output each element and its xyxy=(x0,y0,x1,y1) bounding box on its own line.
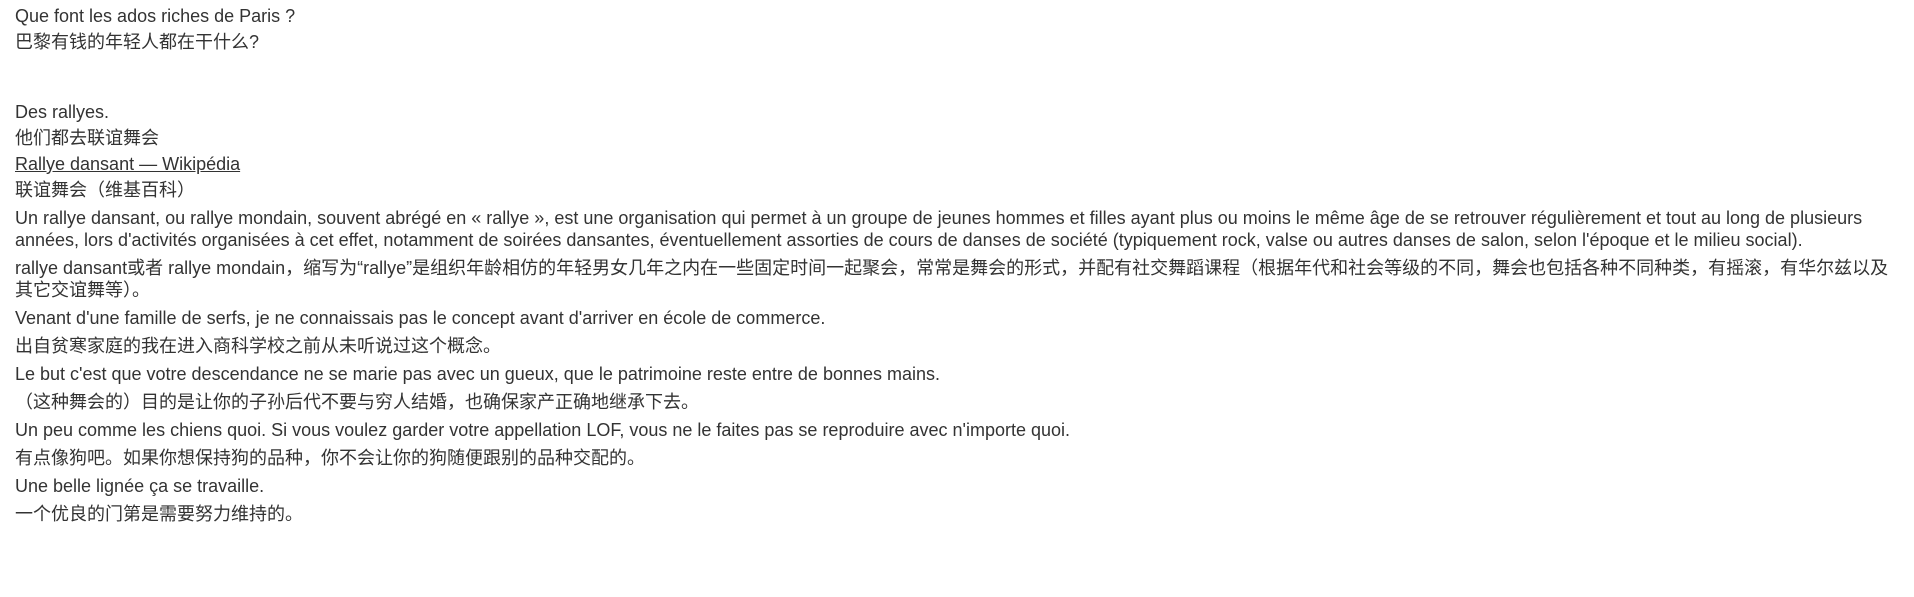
answer-chinese: 他们都去联谊舞会 xyxy=(15,128,159,148)
serfs-chinese: 出自贫寒家庭的我在进入商科学校之前从未听说过这个概念。 xyxy=(15,336,501,356)
definition-french: Un rallye dansant, ou rallye mondain, so… xyxy=(15,208,1863,250)
wikipedia-link[interactable]: Rallye dansant — Wikipédia xyxy=(15,154,240,174)
dogs-french: Un peu comme les chiens quoi. Si vous vo… xyxy=(15,420,1071,440)
answer-french: Des rallyes. xyxy=(15,102,110,122)
wikipedia-link-line: Rallye dansant — Wikipédia xyxy=(15,151,1900,177)
document-body: Que font les ados riches de Paris ? 巴黎有钱… xyxy=(0,0,1900,527)
serfs-french: Venant d'une famille de serfs, je ne con… xyxy=(15,308,826,328)
definition-chinese: rallye dansant或者 rallye mondain，缩写为“rall… xyxy=(15,258,1889,300)
lineage-chinese: 一个优良的门第是需要努力维持的。 xyxy=(15,504,303,524)
wikipedia-link-chinese: 联谊舞会（维基百科） xyxy=(15,180,195,200)
question-french: Que font les ados riches de Paris ? xyxy=(15,6,296,26)
purpose-french: Le but c'est que votre descendance ne se… xyxy=(15,364,941,384)
lineage-french: Une belle lignée ça se travaille. xyxy=(15,476,265,496)
dogs-chinese: 有点像狗吧。如果你想保持狗的品种，你不会让你的狗随便跟别的品种交配的。 xyxy=(15,448,645,468)
purpose-chinese: （这种舞会的）目的是让你的子孙后代不要与穷人结婚，也确保家产正确地继承下去。 xyxy=(15,392,699,412)
question-chinese: 巴黎有钱的年轻人都在干什么? xyxy=(15,32,260,52)
